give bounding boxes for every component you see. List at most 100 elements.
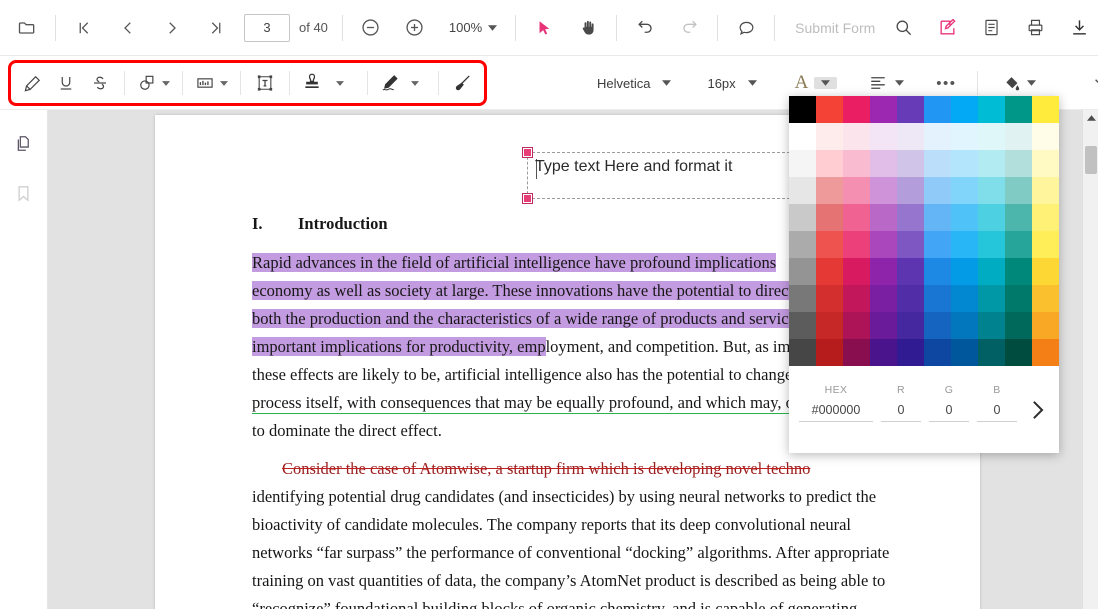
r-input[interactable] bbox=[881, 402, 921, 422]
vertical-scrollbar[interactable] bbox=[1082, 110, 1098, 609]
color-swatch[interactable] bbox=[924, 231, 951, 258]
first-page-icon[interactable] bbox=[67, 11, 101, 45]
next-page-icon[interactable] bbox=[155, 11, 189, 45]
color-swatch[interactable] bbox=[924, 96, 951, 123]
color-swatch[interactable] bbox=[1032, 150, 1059, 177]
submit-form-button[interactable]: Submit Form bbox=[795, 20, 875, 36]
color-swatch[interactable] bbox=[951, 231, 978, 258]
color-swatch[interactable] bbox=[816, 312, 843, 339]
color-swatch[interactable] bbox=[870, 312, 897, 339]
color-swatch[interactable] bbox=[951, 285, 978, 312]
color-swatch[interactable] bbox=[951, 123, 978, 150]
zoom-in-icon[interactable] bbox=[398, 11, 432, 45]
color-swatch[interactable] bbox=[978, 339, 1005, 366]
color-swatch[interactable] bbox=[789, 123, 816, 150]
color-swatch[interactable] bbox=[978, 285, 1005, 312]
color-swatch[interactable] bbox=[897, 258, 924, 285]
download-icon[interactable] bbox=[1062, 11, 1096, 45]
color-swatch[interactable] bbox=[978, 123, 1005, 150]
color-swatch[interactable] bbox=[1005, 231, 1032, 258]
color-swatch[interactable] bbox=[789, 231, 816, 258]
signature-dropdown[interactable] bbox=[375, 67, 431, 99]
color-swatch[interactable] bbox=[978, 96, 1005, 123]
more-options-icon[interactable]: ••• bbox=[929, 67, 963, 99]
color-swatch[interactable] bbox=[951, 339, 978, 366]
color-swatch[interactable] bbox=[951, 258, 978, 285]
color-swatch[interactable] bbox=[816, 96, 843, 123]
zoom-level-dropdown[interactable]: 100% bbox=[441, 16, 505, 39]
collapse-toolbar-button[interactable] bbox=[1085, 67, 1098, 99]
color-swatch[interactable] bbox=[843, 150, 870, 177]
color-swatch[interactable] bbox=[1032, 285, 1059, 312]
highlight-icon[interactable] bbox=[15, 67, 49, 99]
font-family-dropdown[interactable]: Helvetica bbox=[588, 71, 680, 96]
color-swatch[interactable] bbox=[1032, 312, 1059, 339]
color-swatch[interactable] bbox=[897, 339, 924, 366]
comment-icon[interactable] bbox=[729, 11, 763, 45]
color-swatch[interactable] bbox=[1005, 204, 1032, 231]
color-swatch[interactable] bbox=[789, 285, 816, 312]
color-swatch[interactable] bbox=[870, 231, 897, 258]
color-swatch[interactable] bbox=[1032, 231, 1059, 258]
resize-handle-bottom-left[interactable] bbox=[522, 193, 533, 204]
color-swatch[interactable] bbox=[924, 150, 951, 177]
color-swatch[interactable] bbox=[897, 177, 924, 204]
color-swatch[interactable] bbox=[978, 231, 1005, 258]
color-swatch[interactable] bbox=[924, 285, 951, 312]
textbox-icon[interactable] bbox=[248, 67, 282, 99]
color-swatch[interactable] bbox=[1032, 96, 1059, 123]
font-color-dropdown[interactable]: A bbox=[786, 67, 847, 99]
g-input[interactable] bbox=[929, 402, 969, 422]
color-swatch[interactable] bbox=[816, 150, 843, 177]
color-swatch[interactable] bbox=[897, 285, 924, 312]
color-swatch[interactable] bbox=[843, 339, 870, 366]
color-swatch[interactable] bbox=[843, 177, 870, 204]
color-swatch[interactable] bbox=[789, 339, 816, 366]
color-swatch[interactable] bbox=[897, 150, 924, 177]
color-swatch[interactable] bbox=[843, 258, 870, 285]
color-swatch[interactable] bbox=[924, 204, 951, 231]
color-swatch[interactable] bbox=[951, 204, 978, 231]
select-tool-icon[interactable] bbox=[527, 11, 561, 45]
color-swatch[interactable] bbox=[789, 96, 816, 123]
color-swatch[interactable] bbox=[816, 339, 843, 366]
thumbnails-icon[interactable] bbox=[9, 128, 39, 158]
page-number-input[interactable] bbox=[244, 13, 290, 42]
redo-icon[interactable] bbox=[672, 11, 706, 45]
image-dropdown[interactable] bbox=[190, 67, 233, 99]
text-align-dropdown[interactable] bbox=[860, 71, 913, 95]
color-swatch[interactable] bbox=[897, 96, 924, 123]
color-swatch[interactable] bbox=[789, 150, 816, 177]
color-swatch[interactable] bbox=[870, 123, 897, 150]
color-swatch[interactable] bbox=[951, 150, 978, 177]
font-size-dropdown[interactable]: 16px bbox=[698, 71, 765, 96]
color-swatch[interactable] bbox=[1032, 177, 1059, 204]
color-swatch[interactable] bbox=[870, 96, 897, 123]
print-icon[interactable] bbox=[1018, 11, 1052, 45]
fill-color-dropdown[interactable] bbox=[993, 69, 1045, 98]
color-swatch[interactable] bbox=[789, 204, 816, 231]
next-panel-arrow-icon[interactable] bbox=[1031, 400, 1044, 420]
color-swatch[interactable] bbox=[843, 204, 870, 231]
color-swatch[interactable] bbox=[951, 177, 978, 204]
brush-icon[interactable] bbox=[446, 67, 480, 99]
b-input[interactable] bbox=[977, 402, 1017, 422]
color-swatch[interactable] bbox=[1032, 339, 1059, 366]
color-swatch[interactable] bbox=[1005, 96, 1032, 123]
color-swatch[interactable] bbox=[1032, 123, 1059, 150]
color-swatch[interactable] bbox=[789, 177, 816, 204]
last-page-icon[interactable] bbox=[199, 11, 233, 45]
color-swatch[interactable] bbox=[816, 204, 843, 231]
shapes-dropdown[interactable] bbox=[132, 67, 175, 99]
color-swatch[interactable] bbox=[1032, 204, 1059, 231]
color-swatch[interactable] bbox=[1005, 150, 1032, 177]
strikeout-icon[interactable] bbox=[83, 67, 117, 99]
hex-input[interactable] bbox=[799, 402, 873, 422]
color-swatch[interactable] bbox=[924, 312, 951, 339]
undo-icon[interactable] bbox=[628, 11, 662, 45]
color-swatch[interactable] bbox=[816, 258, 843, 285]
color-swatch[interactable] bbox=[789, 258, 816, 285]
color-swatch[interactable] bbox=[816, 231, 843, 258]
color-swatch[interactable] bbox=[1005, 339, 1032, 366]
scroll-up-icon[interactable] bbox=[1083, 110, 1098, 126]
